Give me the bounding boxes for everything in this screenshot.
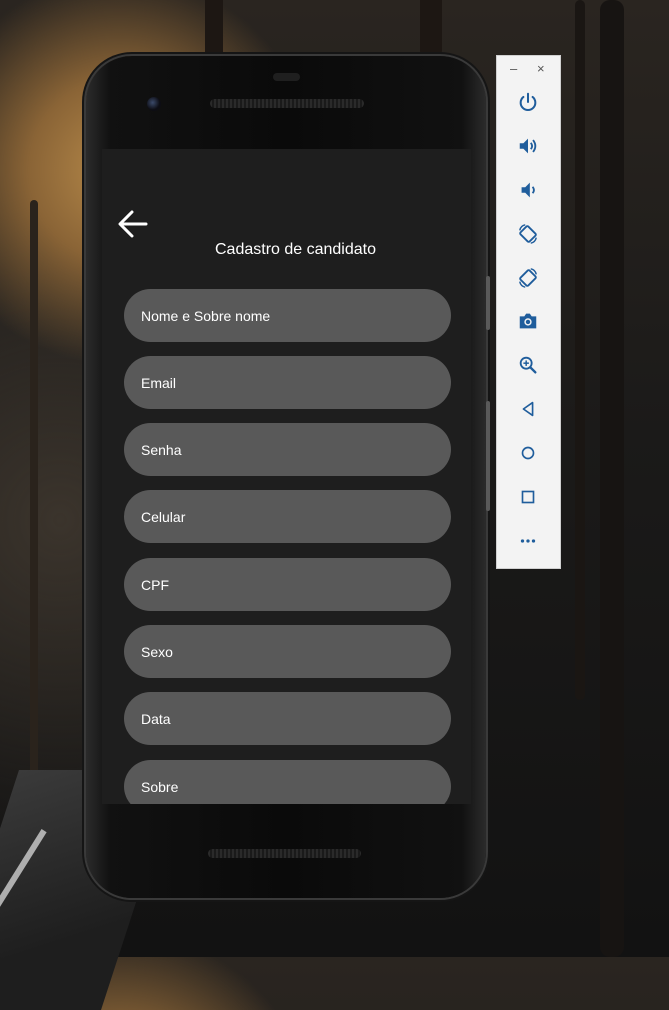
cpf-field[interactable] bbox=[124, 558, 451, 611]
rotate-left-icon bbox=[519, 224, 537, 244]
phone-volume-button[interactable] bbox=[486, 401, 490, 511]
front-camera bbox=[147, 97, 161, 111]
name-field[interactable] bbox=[124, 289, 451, 342]
about-field[interactable] bbox=[124, 760, 451, 804]
nav-back-button[interactable] bbox=[513, 394, 543, 424]
rotate-left-button[interactable] bbox=[513, 219, 543, 249]
power-icon bbox=[519, 92, 537, 111]
password-field[interactable] bbox=[124, 423, 451, 476]
date-field[interactable] bbox=[124, 692, 451, 745]
more-icon bbox=[520, 539, 536, 543]
volume-down-button[interactable] bbox=[513, 175, 543, 205]
home-icon bbox=[521, 446, 535, 460]
app-screen: Cadastro de candidato bbox=[102, 149, 471, 804]
proximity-sensor bbox=[273, 73, 300, 81]
zoom-icon bbox=[519, 356, 537, 374]
earpiece-speaker bbox=[210, 99, 364, 108]
volume-up-button[interactable] bbox=[513, 131, 543, 161]
phone-device: Cadastro de candidato bbox=[86, 56, 490, 898]
bottom-speaker bbox=[208, 849, 361, 858]
tree-trunk bbox=[30, 200, 38, 800]
tree-trunk bbox=[420, 0, 442, 60]
volume-down-icon bbox=[521, 182, 535, 198]
camera-icon bbox=[519, 313, 537, 329]
gender-field[interactable] bbox=[124, 625, 451, 678]
volume-up-icon bbox=[519, 138, 537, 154]
screenshot-button[interactable] bbox=[513, 306, 543, 336]
phone-field[interactable] bbox=[124, 490, 451, 543]
overview-icon bbox=[521, 490, 535, 504]
tree-trunk bbox=[575, 0, 585, 700]
emulator-toolbar: – × bbox=[497, 56, 560, 568]
arrow-left-icon bbox=[118, 210, 148, 238]
tree-trunk bbox=[600, 0, 624, 957]
phone-power-button[interactable] bbox=[486, 276, 490, 330]
rotate-right-icon bbox=[519, 268, 537, 288]
close-button[interactable]: × bbox=[537, 62, 545, 76]
page-title: Cadastro de candidato bbox=[215, 241, 376, 258]
email-field[interactable] bbox=[124, 356, 451, 409]
back-icon bbox=[522, 401, 534, 417]
zoom-button[interactable] bbox=[513, 350, 543, 380]
more-button[interactable] bbox=[513, 526, 543, 556]
back-button[interactable] bbox=[116, 207, 150, 241]
minimize-button[interactable]: – bbox=[510, 62, 517, 76]
nav-overview-button[interactable] bbox=[513, 482, 543, 512]
rotate-right-button[interactable] bbox=[513, 263, 543, 293]
nav-home-button[interactable] bbox=[513, 438, 543, 468]
power-button[interactable] bbox=[513, 87, 543, 117]
